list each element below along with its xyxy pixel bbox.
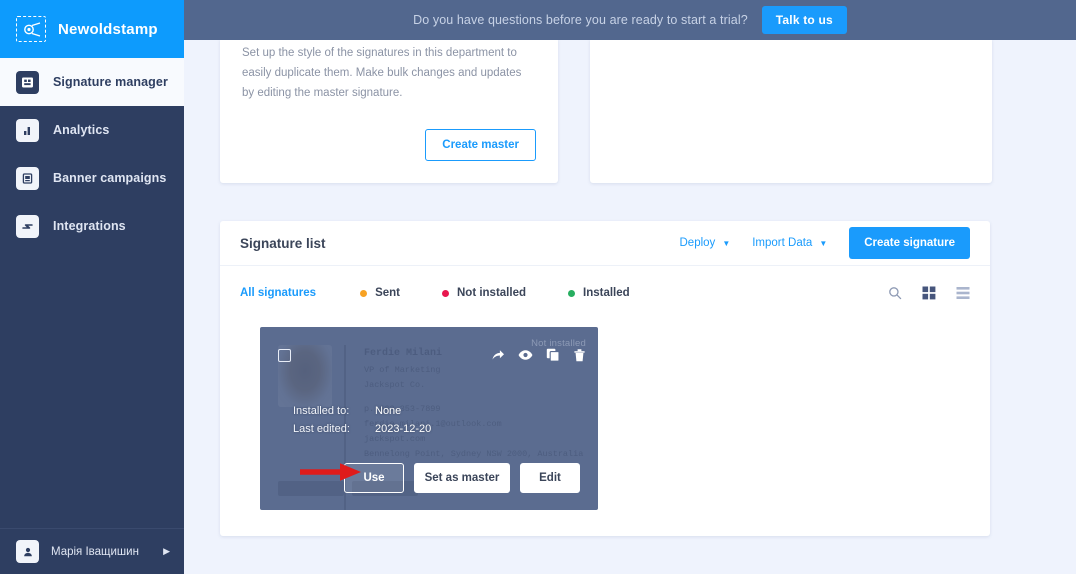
preview-address: Bennelong Point, Sydney NSW 2000, Austra… [364,447,583,462]
import-data-dropdown[interactable]: Import Data ▼ [752,237,827,249]
signature-manager-icon [16,71,39,94]
envelope-at-icon [16,16,46,42]
signature-select-checkbox[interactable] [278,349,291,362]
status-dot-not-installed [442,290,449,297]
preview-company: Jackspot Co. [364,378,583,393]
top-banner: Do you have questions before you are rea… [184,0,1076,40]
plug-icon [16,215,39,238]
preview-title: VP of Marketing [364,363,583,378]
sidebar-label-integrations: Integrations [53,219,126,233]
edit-button[interactable]: Edit [520,463,580,493]
sidebar-label-analytics: Analytics [53,123,109,137]
deploy-label: Deploy [680,237,716,249]
filter-not-installed[interactable]: Not installed [442,287,526,299]
filter-sent-label: Sent [375,287,400,299]
meta-value-last-edited: 2023-12-20 [375,423,431,435]
bar-chart-icon [16,119,39,142]
app-root: Do you have questions before you are rea… [0,0,1076,574]
filter-installed-label: Installed [583,287,630,299]
person-icon [16,540,39,563]
brand-logo[interactable]: Newoldstamp [0,0,184,58]
sidebar-item-banner-campaigns[interactable]: Banner campaigns [0,154,184,202]
create-signature-button[interactable]: Create signature [849,227,970,259]
signature-card[interactable]: Ferdie Milani VP of Marketing Jackspot C… [260,327,598,510]
eye-icon[interactable] [518,349,533,361]
signature-card-actions [491,348,586,362]
share-icon[interactable] [491,348,505,362]
meta-key-installed-to: Installed to: [293,405,375,417]
import-data-label: Import Data [752,237,812,249]
sidebar: Newoldstamp Signature manager Analytics … [0,0,184,574]
duplicate-icon[interactable] [546,348,560,362]
meta-key-last-edited: Last edited: [293,423,375,435]
set-as-master-button[interactable]: Set as master [414,463,510,493]
filter-not-installed-label: Not installed [457,287,526,299]
trash-icon[interactable] [573,348,586,362]
filter-all-signatures[interactable]: All signatures [240,287,316,299]
sidebar-user-menu[interactable]: Марія Іващишин ▶ [0,528,184,574]
meta-value-installed-to: None [375,405,431,417]
banner-icon [16,167,39,190]
sidebar-label-signature-manager: Signature manager [53,75,168,89]
main-content: Set up the style of the signatures in th… [184,40,1076,574]
status-dot-sent [360,290,367,297]
search-icon[interactable] [888,286,902,300]
signature-list-panel: Signature list Deploy ▼ Import Data ▼ Cr… [220,221,990,536]
sidebar-user-name: Марія Іващишин [51,546,151,558]
chevron-down-icon: ▼ [819,239,827,248]
page-title: Signature list [240,236,680,251]
talk-to-us-button[interactable]: Talk to us [762,6,847,34]
top-cards-row: Set up the style of the signatures in th… [184,40,1076,183]
filter-sent[interactable]: Sent [360,287,400,299]
top-banner-message: Do you have questions before you are rea… [413,13,748,27]
grid-view-icon[interactable] [922,286,936,300]
brand-name: Newoldstamp [58,21,158,38]
list-view-icon[interactable] [956,286,970,300]
master-signature-card: Set up the style of the signatures in th… [220,40,558,183]
chevron-down-icon: ▼ [722,239,730,248]
status-dot-installed [568,290,575,297]
sidebar-item-analytics[interactable]: Analytics [0,106,184,154]
deploy-dropdown[interactable]: Deploy ▼ [680,237,731,249]
create-master-button[interactable]: Create master [425,129,536,161]
chevron-right-icon: ▶ [163,546,170,557]
sidebar-label-banner-campaigns: Banner campaigns [53,171,166,185]
sidebar-nav: Signature manager Analytics Banner campa… [0,58,184,250]
signature-list-header: Signature list Deploy ▼ Import Data ▼ Cr… [220,221,990,266]
secondary-empty-card [590,40,992,183]
master-card-description: Set up the style of the signatures in th… [242,40,536,103]
filter-installed[interactable]: Installed [568,287,630,299]
pointer-arrow-icon [300,461,362,488]
signature-filters: All signatures Sent Not installed Instal… [220,266,990,320]
sidebar-item-signature-manager[interactable]: Signature manager [0,58,184,106]
sidebar-item-integrations[interactable]: Integrations [0,202,184,250]
signature-meta: Installed to: None Last edited: 2023-12-… [293,405,431,435]
